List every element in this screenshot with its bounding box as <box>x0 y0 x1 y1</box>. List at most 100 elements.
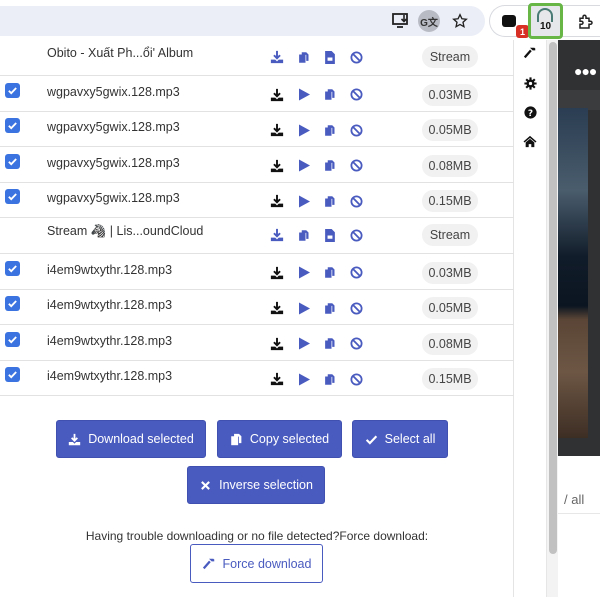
copy-icon[interactable] <box>323 301 337 315</box>
download-icon[interactable] <box>270 301 284 315</box>
select-all-button[interactable]: Select all <box>352 420 448 458</box>
size-badge: 0.03MB <box>422 261 478 284</box>
home-icon[interactable] <box>522 133 538 149</box>
play-icon[interactable] <box>297 88 311 102</box>
media-name: Obito - Xuất Ph...ổi' Album <box>47 46 194 60</box>
translate-icon[interactable]: G文 <box>418 10 440 32</box>
play-icon[interactable] <box>297 337 311 351</box>
play-icon[interactable] <box>297 301 311 315</box>
scrollbar-thumb[interactable] <box>549 42 557 554</box>
inverse-selection-label: Inverse selection <box>219 478 313 492</box>
copy-icon[interactable] <box>323 266 337 280</box>
block-icon[interactable] <box>349 266 363 280</box>
download-icon[interactable] <box>270 337 284 351</box>
select-checkbox[interactable] <box>5 153 20 169</box>
block-icon[interactable] <box>349 159 363 173</box>
block-icon[interactable] <box>349 123 363 137</box>
play-icon[interactable] <box>297 159 311 173</box>
view-all-link[interactable]: / all <box>564 492 584 507</box>
media-file-row: i4em9wtxythr.128.mp3 0.15MB <box>0 360 514 397</box>
media-name: wgpavxy5gwix.128.mp3 <box>47 191 180 206</box>
copy-icon[interactable] <box>323 88 337 102</box>
bookmark-star-icon[interactable] <box>450 11 470 31</box>
popup-scrollbar[interactable] <box>546 40 558 597</box>
play-icon[interactable] <box>297 123 311 137</box>
force-download-button[interactable]: Force download <box>190 544 323 583</box>
copy-icon[interactable] <box>323 123 337 137</box>
copy-selected-label: Copy selected <box>249 432 330 446</box>
download-icon[interactable] <box>270 159 284 173</box>
download-icon[interactable] <box>270 194 284 208</box>
select-checkbox[interactable] <box>5 118 20 134</box>
copy-selected-button[interactable]: Copy selected <box>217 420 342 458</box>
file-icon[interactable] <box>323 228 337 242</box>
size-badge: 0.08MB <box>422 154 478 177</box>
svg-text:?: ? <box>527 108 532 118</box>
background-artwork <box>558 108 588 438</box>
block-icon[interactable] <box>349 301 363 315</box>
download-icon <box>69 433 81 445</box>
select-checkbox[interactable] <box>5 331 20 347</box>
size-badge: 0.08MB <box>422 332 478 355</box>
force-download-help-text: Having trouble downloading or no file de… <box>85 529 429 543</box>
download-icon[interactable] <box>270 266 284 280</box>
screen: G文 1 10 Obito - Xuất Ph...ổi' Album Strea… <box>0 0 600 597</box>
download-icon[interactable] <box>270 123 284 137</box>
block-icon[interactable] <box>349 372 363 386</box>
copy-icon[interactable] <box>323 194 337 208</box>
install-app-icon[interactable] <box>391 11 411 31</box>
address-bar[interactable] <box>0 6 485 36</box>
select-checkbox[interactable] <box>5 260 20 276</box>
download-selected-button[interactable]: Download selected <box>56 420 206 458</box>
block-icon[interactable] <box>349 50 363 64</box>
size-badge: 0.15MB <box>422 190 478 213</box>
play-icon[interactable] <box>297 372 311 386</box>
media-file-row: wgpavxy5gwix.128.mp3 0.03MB <box>0 76 514 112</box>
play-icon[interactable] <box>297 266 311 280</box>
force-download-label: Force download <box>222 556 312 571</box>
media-name: wgpavxy5gwix.128.mp3 <box>47 84 180 99</box>
extensions-puzzle-icon[interactable] <box>574 10 598 34</box>
media-name: wgpavxy5gwix.128.mp3 <box>47 120 180 135</box>
download-icon[interactable] <box>270 88 284 102</box>
more-options-icon[interactable]: ●●● <box>574 63 597 79</box>
copy-icon[interactable] <box>323 372 337 386</box>
media-name: i4em9wtxythr.128.mp3 <box>47 262 173 277</box>
copy-icon[interactable] <box>323 337 337 351</box>
media-name: Stream 🦓 | Lis...oundCloud <box>47 224 204 238</box>
hammer-icon[interactable] <box>522 45 538 61</box>
file-icon[interactable] <box>323 50 337 64</box>
browser-toolbar: G文 1 10 <box>0 0 600 40</box>
background-player: ●●● <box>558 40 600 456</box>
media-name: i4em9wtxythr.128.mp3 <box>47 298 173 313</box>
copy-icon[interactable] <box>323 159 337 173</box>
select-checkbox[interactable] <box>5 296 20 312</box>
block-icon[interactable] <box>349 194 363 208</box>
extension-chat-icon[interactable]: 1 <box>498 10 529 38</box>
select-checkbox[interactable] <box>5 82 20 98</box>
media-file-row: wgpavxy5gwix.128.mp3 0.15MB <box>0 182 514 219</box>
copy-icon[interactable] <box>297 228 311 242</box>
downloader-popup: Obito - Xuất Ph...ổi' Album Stream wgpavxy… <box>0 40 514 597</box>
copy-icon[interactable] <box>297 50 311 64</box>
size-badge: 0.05MB <box>422 297 478 320</box>
download-icon[interactable] <box>270 228 284 242</box>
select-checkbox[interactable] <box>5 367 20 383</box>
gear-icon[interactable] <box>522 75 538 91</box>
inverse-selection-button[interactable]: Inverse selection <box>187 466 325 504</box>
block-icon[interactable] <box>349 228 363 242</box>
block-icon[interactable] <box>349 337 363 351</box>
media-name: wgpavxy5gwix.128.mp3 <box>47 155 180 170</box>
media-file-row: wgpavxy5gwix.128.mp3 0.08MB <box>0 147 514 183</box>
downloader-extension-button[interactable]: 10 <box>528 3 563 39</box>
select-checkbox[interactable] <box>5 189 20 205</box>
download-icon[interactable] <box>270 50 284 64</box>
media-file-row: wgpavxy5gwix.128.mp3 0.05MB <box>0 111 514 148</box>
download-icon[interactable] <box>270 372 284 386</box>
background-header-strip <box>558 90 600 110</box>
play-icon[interactable] <box>297 194 311 208</box>
media-name: i4em9wtxythr.128.mp3 <box>47 369 173 384</box>
help-icon[interactable]: ? <box>522 104 538 120</box>
block-icon[interactable] <box>349 88 363 102</box>
hammer-icon <box>202 558 214 569</box>
